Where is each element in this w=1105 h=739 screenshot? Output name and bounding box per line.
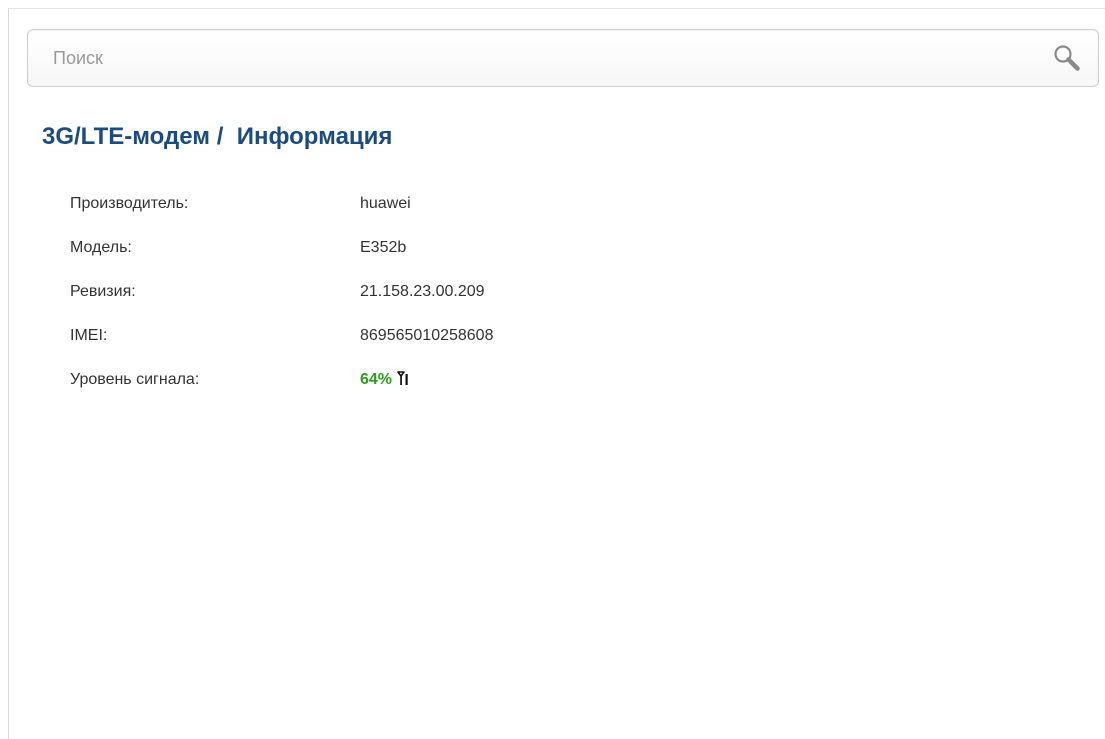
signal-level-label: Уровень сигнала:: [70, 371, 200, 388]
revision-value: 21.158.23.00.209: [360, 283, 485, 300]
manufacturer-label: Производитель:: [70, 195, 189, 212]
signal-level-percent: 64%: [360, 371, 393, 388]
search-icon[interactable]: [1052, 43, 1082, 73]
antenna-icon: [397, 371, 408, 385]
revision-label: Ревизия:: [70, 283, 136, 300]
manufacturer-value: huawei: [360, 195, 411, 212]
search-input[interactable]: [28, 30, 1033, 86]
model-label: Модель:: [70, 239, 132, 256]
imei-label: IMEI:: [70, 327, 108, 344]
page-title: 3G/LTE-модем / Информация: [42, 123, 393, 150]
model-value: E352b: [360, 239, 407, 256]
imei-value: 869565010258608: [360, 327, 494, 344]
search-box[interactable]: [27, 29, 1099, 87]
signal-level-value: 64%: [360, 371, 411, 389]
